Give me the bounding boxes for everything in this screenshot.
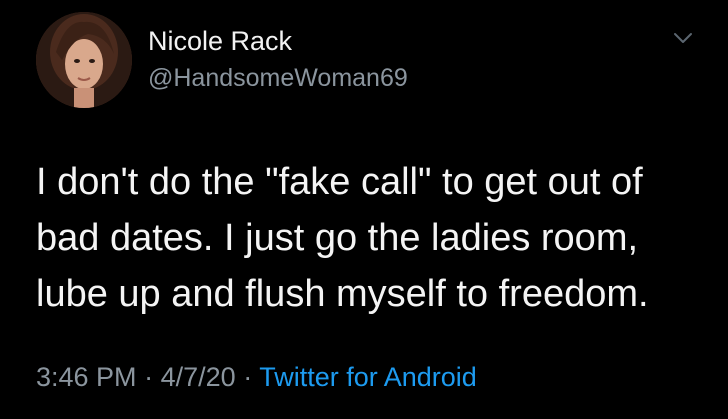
avatar[interactable] [36,12,132,108]
meta-separator: · [243,362,253,392]
author-display-name[interactable]: Nicole Rack [148,26,292,57]
tweet-source-link[interactable]: Twitter for Android [259,362,477,392]
tweet-meta: 3:46 PM · 4/7/20 · Twitter for Android [36,362,477,393]
tweet-text-line: bad dates. I just go the ladies room, [36,217,639,259]
tweet-date[interactable]: 4/7/20 [161,362,236,392]
tweet-time[interactable]: 3:46 PM [36,362,137,392]
tweet-text-line: I don't do the "fake call" to get out of [36,161,643,203]
chevron-down-icon[interactable] [672,30,694,46]
tweet-text-line: lube up and flush myself to freedom. [36,273,649,315]
meta-separator: · [144,362,154,392]
author-handle[interactable]: @HandsomeWoman69 [148,64,408,93]
tweet-text: I don't do the "fake call" to get out of… [36,154,706,322]
tweet-card: Nicole Rack @HandsomeWoman69 I don't do … [0,0,728,419]
profile-photo-icon [36,12,132,108]
